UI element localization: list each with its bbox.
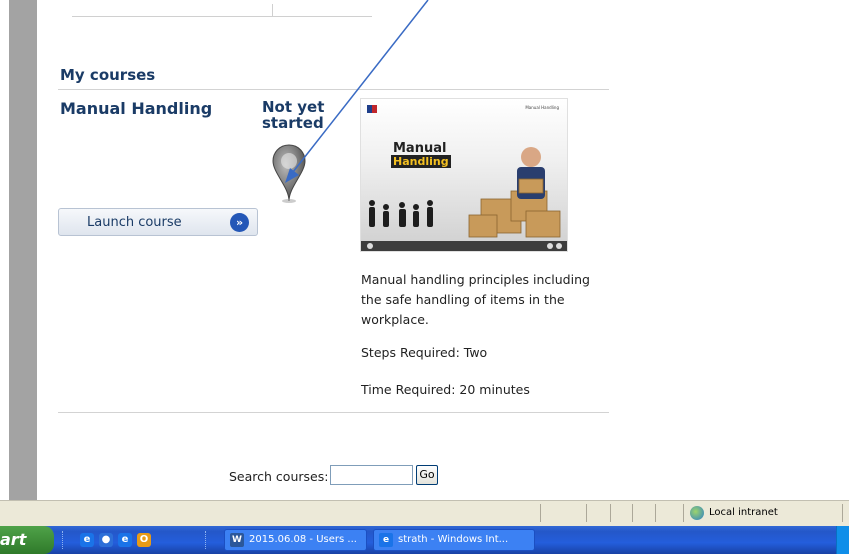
- ie-icon[interactable]: e: [80, 533, 94, 547]
- system-tray: [836, 526, 849, 554]
- status-cell: [683, 504, 684, 522]
- task-label: 2015.06.08 - Users ...: [249, 534, 357, 545]
- quick-launch-separator: [62, 531, 65, 549]
- browser-status-bar: Local intranet: [0, 500, 849, 526]
- start-label: art: [0, 530, 27, 549]
- status-cell: [610, 504, 611, 522]
- outlook-icon[interactable]: O: [137, 533, 151, 547]
- word-icon: W: [230, 533, 244, 547]
- status-cell: [586, 504, 587, 522]
- ie-icon[interactable]: e: [118, 533, 132, 547]
- status-cell: [655, 504, 656, 522]
- media-icon[interactable]: ●: [99, 533, 113, 547]
- start-button[interactable]: art: [0, 526, 54, 554]
- status-cell: [842, 504, 843, 522]
- taskbar-button-word[interactable]: W 2015.06.08 - Users ...: [224, 529, 367, 551]
- quick-launch-separator: [205, 531, 208, 549]
- task-label: strath - Windows Int...: [398, 534, 509, 545]
- annotation-arrow: [285, 0, 429, 183]
- local-intranet-icon: [690, 506, 704, 520]
- windows-taskbar: art e ● e O W 2015.06.08 - Users ... e s…: [0, 526, 849, 554]
- security-zone-label: Local intranet: [709, 507, 778, 518]
- ie-icon: e: [379, 533, 393, 547]
- taskbar-button-ie[interactable]: e strath - Windows Int...: [373, 529, 535, 551]
- status-cell: [540, 504, 541, 522]
- status-cell: [632, 504, 633, 522]
